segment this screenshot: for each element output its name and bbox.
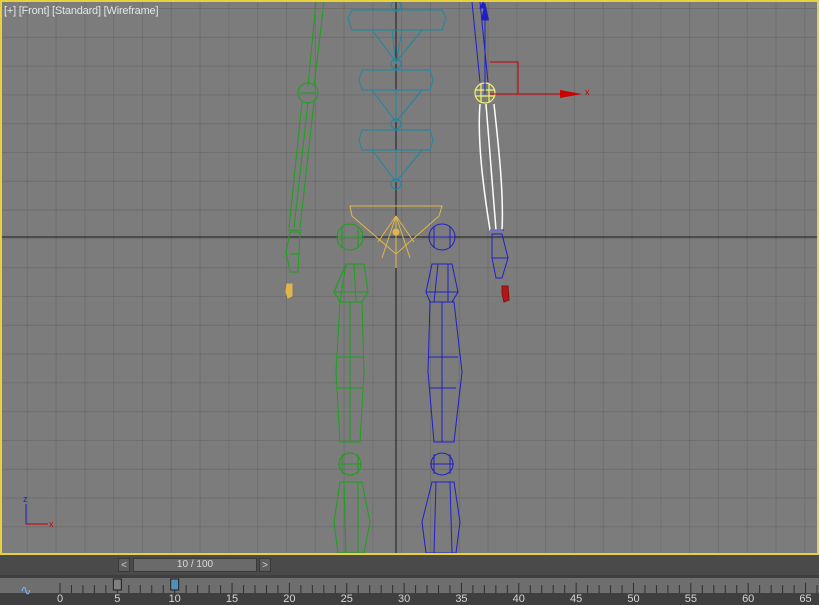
tripod-z-label: z — [23, 494, 28, 504]
left-finger — [285, 283, 293, 299]
selected-forearm-bone[interactable] — [478, 103, 504, 231]
trackbar-tick-label: 45 — [570, 593, 582, 605]
right-finger — [501, 285, 510, 303]
trackbar-tick-label: 55 — [685, 593, 697, 605]
viewport-view-menu[interactable]: [Front] — [19, 5, 50, 17]
axis-tripod: z x — [23, 494, 54, 529]
time-slider-bar: < 10 / 100 > — [0, 555, 819, 575]
trackbar-tick-label: 25 — [341, 593, 353, 605]
trackbar-ruler[interactable]: 0 5 10 15 20 25 30 35 40 45 50 55 60 65 — [0, 575, 819, 605]
viewport-label-menu[interactable]: [+] [Front] [Standard] [Wireframe] — [4, 5, 159, 17]
spine-bones[interactable] — [347, 2, 447, 190]
time-slider-handle[interactable]: 10 / 100 — [133, 558, 257, 572]
trackbar-tick-label: 5 — [114, 593, 120, 605]
trackbar-tick-label: 15 — [226, 593, 238, 605]
trackbar-tick-label: 10 — [169, 593, 181, 605]
viewport-general-menu[interactable]: [+] — [4, 5, 16, 17]
trackbar-tick-label: 35 — [455, 593, 467, 605]
keyframe-marker[interactable] — [112, 578, 122, 591]
trackbar-band[interactable] — [0, 578, 819, 593]
left-arm-bones[interactable] — [285, 2, 325, 273]
front-viewport[interactable]: x z x [+] [Front] [Standard] [Wireframe] — [0, 0, 819, 555]
move-gizmo[interactable]: x — [481, 2, 590, 98]
trackbar-tick-label: 20 — [283, 593, 295, 605]
right-leg-bones[interactable] — [421, 223, 463, 553]
left-leg-bones[interactable] — [333, 223, 371, 553]
trackbar[interactable]: 0 5 10 15 20 25 30 35 40 45 50 55 60 65 — [0, 575, 819, 605]
next-frame-button[interactable]: > — [259, 558, 271, 572]
gizmo-x-arrow[interactable] — [560, 90, 582, 98]
viewport-display-menu[interactable]: [Wireframe] — [104, 5, 159, 17]
current-frame-marker[interactable] — [170, 578, 180, 591]
scene-wireframe[interactable]: x z x — [2, 2, 817, 553]
gizmo-x-label: x — [585, 87, 590, 97]
viewport-shading-style-menu[interactable]: [Standard] — [52, 5, 101, 17]
trackbar-tick-label: 0 — [57, 593, 63, 605]
trackbar-tick-label: 65 — [799, 593, 811, 605]
trackbar-tick-label: 50 — [627, 593, 639, 605]
curve-editor-icon[interactable]: ∿ — [20, 583, 32, 597]
prev-frame-button[interactable]: < — [118, 558, 130, 572]
tripod-x-label: x — [49, 519, 54, 529]
trackbar-tick-label: 30 — [398, 593, 410, 605]
trackbar-tick-label: 60 — [742, 593, 754, 605]
trackbar-tick-label: 40 — [513, 593, 525, 605]
